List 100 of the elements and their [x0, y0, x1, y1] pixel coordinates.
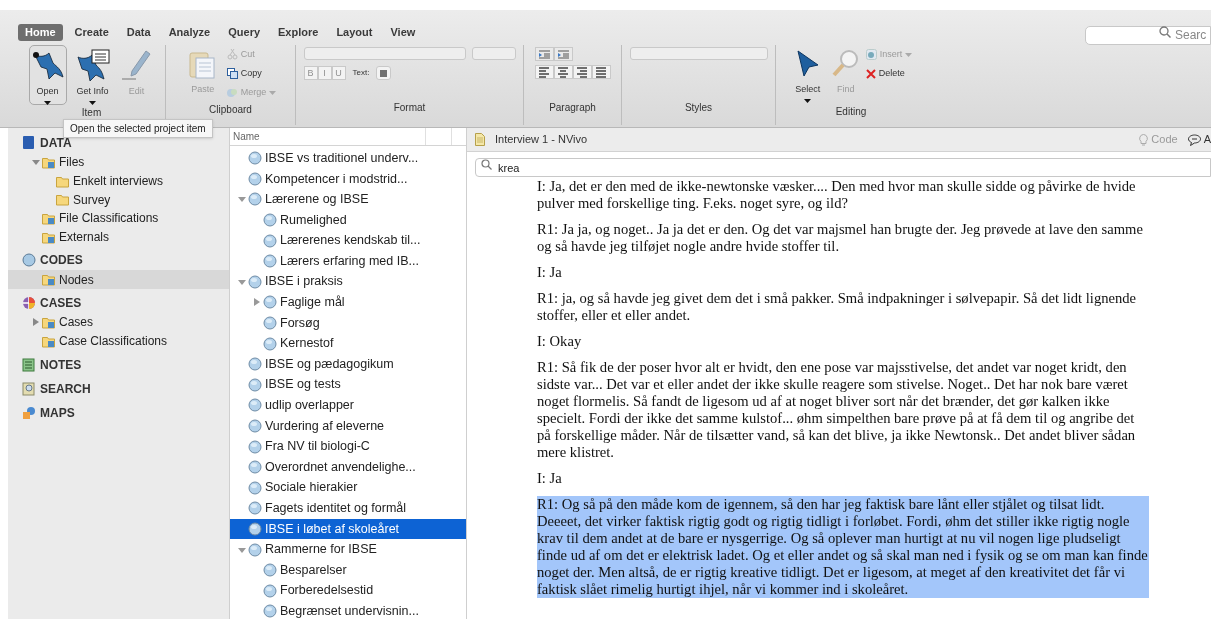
ribbon-tab[interactable]: Data: [120, 24, 157, 41]
transcript-paragraph: R1: Og så på den måde kom de igennem, så den har jeg faktisk bare lånt eller stjålet og tilsat lidt. Deeeet, det virker faktisk rigtig godt og rigtig tidligt i forløbet. Fordi, øhm det stiller ikke rigtig nogle krav til dem andet at de bare er nysgerrige. Og så oplever man hurtigt at nu vil nogen lige pludseligt finde ud af om det er elektrisk ladet. Og et eller andet og så skal man ned i fysik og se om man kan finde noget der. Men altså, de er rigtig kreative tidligt. Det er ligesom, at meget af den kreativitet det får vi faktisk slået rimelig hurtigt ihjel, når vi kommer ind i skoleåret.: [537, 496, 1149, 598]
caret-icon: [44, 100, 51, 105]
expanded-triangle-icon: [238, 545, 246, 554]
node-ball-icon: [263, 336, 277, 351]
ribbon-button[interactable]: Delete: [865, 64, 913, 83]
sidebar-section[interactable]: NOTES: [8, 354, 229, 375]
sidebar-section[interactable]: CODES: [8, 250, 229, 271]
ribbon-button[interactable]: Select: [789, 45, 826, 104]
ribbon-group-label: Editing: [835, 104, 867, 119]
caret-icon: [905, 52, 913, 57]
sidebar-item[interactable]: Nodes: [8, 270, 229, 290]
folder-icon: [42, 273, 56, 287]
node-item[interactable]: IBSE og pædagogikum: [230, 353, 466, 375]
node-item[interactable]: Kompetencer i modstrid...: [230, 168, 466, 190]
node-item[interactable]: Rammerne for IBSE: [230, 539, 466, 560]
ribbon-button[interactable]: Copy: [226, 64, 277, 83]
ribbon-button: Cut: [226, 45, 277, 64]
sidebar-section[interactable]: CASES: [8, 293, 229, 314]
folder-icon: [42, 315, 56, 329]
sidebar-item[interactable]: Files: [8, 153, 229, 172]
caret-icon: [269, 90, 277, 95]
annotation-button[interactable]: A: [1187, 131, 1211, 148]
indent-icon: [557, 49, 569, 59]
ribbon-button[interactable]: Open: [28, 45, 67, 105]
node-item[interactable]: Lærerene og IBSE: [230, 189, 466, 210]
section-icon: [22, 381, 36, 396]
column-header[interactable]: Name: [230, 128, 426, 145]
ribbon-button: Find: [829, 45, 862, 98]
folder-icon: [42, 334, 56, 348]
node-item[interactable]: udlip overlapper: [230, 395, 466, 416]
node-item[interactable]: Forberedelsestid: [230, 580, 466, 602]
transcript-paragraph: R1: Så fik de der poser hvor alt er hvidt, den ene pose var majsstivelse, det andet var noget kridt, den sidste var... Det var et eller andet der ikke skulle reagere som stivelse. Noget.. Det har nok bare været noget flormelis. Så fandt de ligesom ud af at noget bliver sort når det brænder, det gør kalken ikke specielt. Fordi der ikke det samme kulstof... øhm simpelthen bare prøve på at få dem til og angribe det på forskellige måder. Når de tilsætter vand, så kan det blive, ja ikke Newtonsk.. Det andet bliver sådan mere klistret.: [537, 359, 1137, 461]
node-item[interactable]: IBSE i praksis: [230, 271, 466, 293]
node-item[interactable]: Forsøg: [230, 312, 466, 334]
node-item[interactable]: Rumelighed: [230, 209, 466, 231]
node-item[interactable]: Fagets identitet og formål: [230, 498, 466, 519]
sidebar-section[interactable]: MAPS: [8, 402, 229, 423]
node-ball-icon: [263, 295, 277, 310]
node-ball-icon: [263, 213, 277, 228]
search-field[interactable]: Searc: [1085, 25, 1211, 45]
align-left-button[interactable]: [534, 65, 554, 79]
sidebar-item[interactable]: Enkelt interviews: [8, 171, 229, 191]
caret-icon: [89, 100, 96, 105]
sidebar-item[interactable]: Cases: [8, 313, 229, 332]
node-item[interactable]: Sociale hierakier: [230, 477, 466, 499]
node-ball-icon: [248, 398, 262, 413]
node-item[interactable]: IBSE vs traditionel underv...: [230, 148, 466, 169]
ribbon-tab[interactable]: Query: [222, 24, 267, 41]
text-color-button[interactable]: [376, 66, 392, 80]
node-item[interactable]: Begrænset undervisnin...: [230, 601, 466, 619]
ribbon-tab[interactable]: Home: [18, 24, 63, 41]
speech-bubble-icon: [1187, 133, 1201, 146]
ribbon-tab[interactable]: Create: [68, 24, 115, 41]
insert-icon: [865, 49, 877, 60]
transcript-paragraph: I: Ja: [537, 470, 562, 487]
node-item[interactable]: Lærerenes kendskab til...: [230, 230, 466, 251]
node-item[interactable]: Vurdering af eleverne: [230, 415, 466, 437]
node-item[interactable]: Fra NV til biologi-C: [230, 436, 466, 457]
sidebar-item[interactable]: Externals: [8, 227, 229, 247]
node-item[interactable]: Faglige mål: [230, 292, 466, 313]
align-center-icon: [558, 66, 568, 78]
ribbon-button: Insert: [865, 45, 913, 64]
outdent-icon: [538, 49, 550, 59]
node-ball-icon: [263, 583, 277, 598]
node-item[interactable]: Overordnet anvendelighe...: [230, 456, 466, 478]
transcript-paragraph: I: Ja, det er den med de ikke-newtonske væsker.... Den med hvor man skulle sidde og påvirke de hvide pulver med forskellige ting. F.eks. noget syre, og ild?: [537, 178, 1137, 212]
node-ball-icon: [248, 377, 262, 392]
ribbon-group-label: Clipboard: [209, 103, 252, 117]
ribbon-tab[interactable]: Analyze: [162, 24, 217, 41]
node-ball-icon: [248, 522, 262, 536]
ribbon-tab[interactable]: Layout: [330, 24, 379, 41]
node-ball-icon: [248, 192, 262, 207]
ribbon-button[interactable]: Get Info: [70, 45, 115, 105]
sidebar-item[interactable]: Survey: [8, 190, 229, 210]
sidebar-item[interactable]: File Classifications: [8, 209, 229, 228]
folder-icon: [56, 174, 70, 188]
search-icon: [1159, 26, 1171, 38]
align-left-icon: [539, 66, 549, 78]
style-button: B: [303, 66, 318, 80]
ribbon-group-label: Format: [393, 101, 426, 115]
node-ball-icon: [248, 480, 262, 495]
node-item[interactable]: IBSE og tests: [230, 374, 466, 396]
ribbon-group-label: Paragraph: [549, 101, 596, 115]
section-icon: [22, 296, 36, 311]
ribbon-tab[interactable]: Explore: [272, 24, 325, 41]
outdent-button[interactable]: [534, 47, 554, 61]
node-item[interactable]: IBSE i løbet af skoleåret: [230, 518, 466, 540]
node-ball-icon: [248, 542, 262, 557]
search-field[interactable]: krea: [475, 158, 1211, 177]
sidebar-item[interactable]: Case Classifications: [8, 331, 229, 351]
sidebar-section[interactable]: SEARCH: [8, 378, 229, 399]
node-item[interactable]: Kernestof: [230, 333, 466, 354]
node-ball-icon: [248, 274, 262, 289]
magnifier-icon: [831, 49, 860, 79]
node-ball-icon: [263, 563, 277, 578]
ribbon-button: Edit: [118, 45, 155, 105]
ribbon-tab[interactable]: View: [384, 24, 422, 41]
node-item[interactable]: Besparelser: [230, 559, 466, 581]
node-item[interactable]: Lærers erfaring med IB...: [230, 250, 466, 272]
